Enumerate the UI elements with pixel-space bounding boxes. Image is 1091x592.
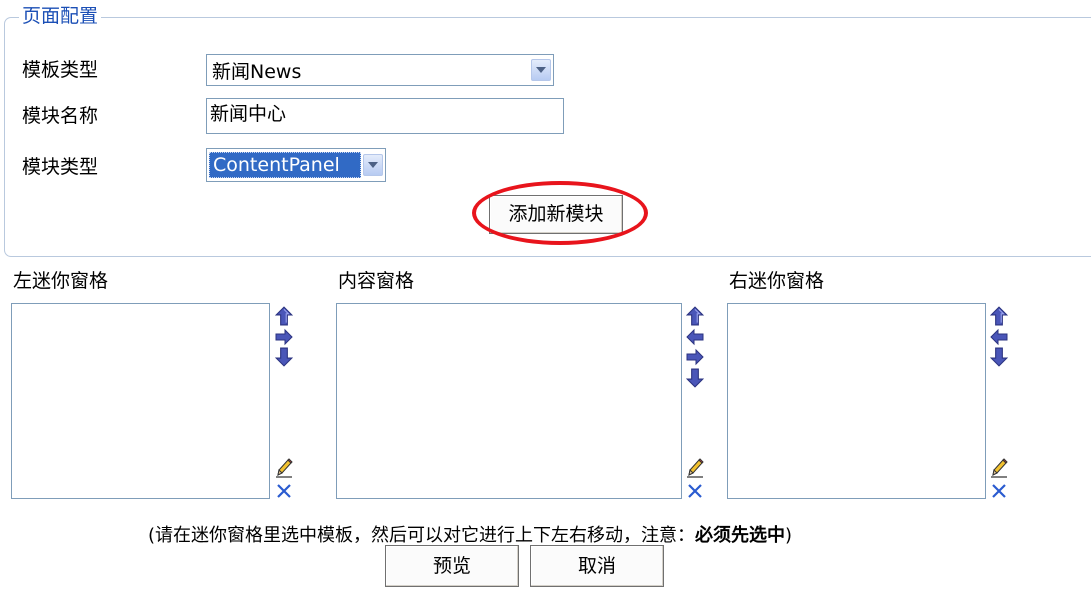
template-type-label: 模板类型 — [22, 59, 99, 81]
module-type-value: ContentPanel — [209, 152, 361, 178]
chevron-down-icon[interactable] — [363, 154, 383, 176]
right-pane-listbox[interactable] — [727, 303, 986, 499]
arrow-up-icon[interactable] — [990, 306, 1008, 326]
arrow-down-icon[interactable] — [275, 347, 293, 367]
cancel-button[interactable]: 取消 — [530, 545, 664, 587]
module-type-select[interactable]: ContentPanel — [206, 148, 386, 182]
chevron-down-icon[interactable] — [531, 59, 551, 81]
arrow-down-icon[interactable] — [990, 347, 1008, 367]
pencil-icon[interactable] — [275, 458, 293, 478]
left-pane-title: 左迷你窗格 — [13, 270, 109, 292]
arrow-up-icon[interactable] — [686, 306, 704, 326]
preview-button[interactable]: 预览 — [385, 545, 519, 587]
module-name-field[interactable]: 新闻中心 — [206, 98, 564, 134]
note-prefix: (请在迷你窗格里选中模板，然后可以对它进行上下左右移动，注意： — [148, 525, 696, 546]
module-name-label: 模块名称 — [22, 105, 99, 127]
content-pane-title: 内容窗格 — [338, 270, 415, 292]
note-emphasis: 必须先选中 — [695, 525, 786, 546]
pencil-icon[interactable] — [686, 458, 704, 478]
pencil-icon[interactable] — [990, 458, 1008, 478]
template-type-value: 新闻News — [212, 60, 302, 83]
module-type-label: 模块类型 — [22, 156, 99, 178]
arrow-up-icon[interactable] — [275, 306, 293, 326]
template-type-select[interactable]: 新闻News — [206, 54, 554, 86]
arrow-left-icon[interactable] — [990, 327, 1008, 347]
close-icon[interactable] — [990, 481, 1008, 501]
content-pane-listbox[interactable] — [336, 303, 682, 499]
arrow-right-icon[interactable] — [686, 347, 704, 367]
arrow-left-icon[interactable] — [686, 327, 704, 347]
arrow-down-icon[interactable] — [686, 368, 704, 388]
note-suffix: ) — [785, 525, 793, 546]
arrow-right-icon[interactable] — [275, 327, 293, 347]
fieldset-legend: 页面配置 — [19, 4, 102, 28]
close-icon[interactable] — [275, 481, 293, 501]
right-pane-title: 右迷你窗格 — [729, 270, 825, 292]
close-icon[interactable] — [686, 481, 704, 501]
left-pane-listbox[interactable] — [11, 303, 270, 499]
add-module-button[interactable]: 添加新模块 — [489, 195, 623, 234]
